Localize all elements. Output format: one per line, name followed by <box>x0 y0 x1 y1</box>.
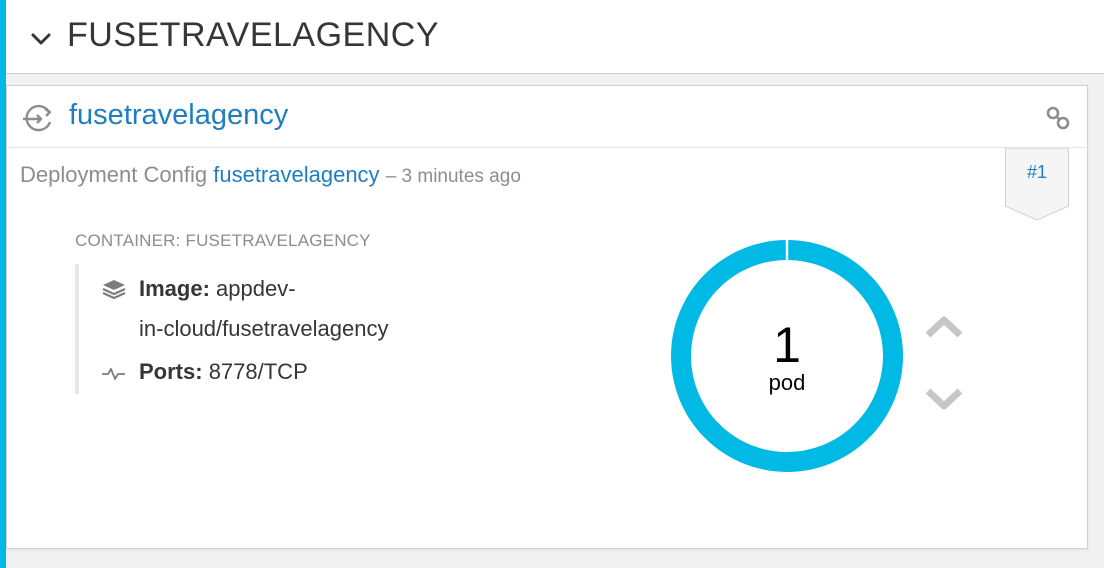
deployment-number-badge[interactable]: #1 <box>1005 148 1069 220</box>
scale-up-button[interactable] <box>919 308 969 348</box>
pod-label: pod <box>768 370 806 395</box>
pod-donut-chart: 1 pod <box>669 238 905 474</box>
deployment-time: – 3 minutes ago <box>385 166 521 187</box>
container-details: Image: appdev- in-cloud/fusetravelagency… <box>75 264 575 394</box>
image-line-1: Image: appdev- <box>139 269 296 309</box>
image-label: Image: <box>139 276 210 301</box>
ports-value: 8778/TCP <box>208 359 308 384</box>
ports-line: Ports: 8778/TCP <box>139 352 308 392</box>
container-label: CONTAINER: FUSETRAVELAGENCY <box>75 231 371 250</box>
chevron-down-icon <box>925 388 963 410</box>
deployment-info: Deployment Config fusetravelagency – 3 m… <box>20 162 521 188</box>
pulse-icon <box>101 362 127 384</box>
app-header: FUSETRAVELAGENCY <box>6 0 1104 74</box>
deployment-card: fusetravelagency Deployment Config fuset… <box>6 85 1088 549</box>
layers-icon <box>101 278 127 300</box>
image-line-2: in-cloud/fusetravelagency <box>139 316 389 341</box>
app-title: FUSETRAVELAGENCY <box>67 16 440 54</box>
deployment-prefix: Deployment Config <box>20 162 208 187</box>
deployment-config-name-link[interactable]: fusetravelagency <box>69 99 288 132</box>
link-icon[interactable] <box>1045 105 1071 131</box>
chevron-up-icon <box>925 316 963 338</box>
card-header: fusetravelagency <box>7 86 1087 148</box>
deployment-config-link[interactable]: fusetravelagency <box>213 162 379 187</box>
image-value-1: appdev- <box>216 276 296 301</box>
pod-count: 1 <box>773 317 801 373</box>
ports-label: Ports: <box>139 359 203 384</box>
scale-down-button[interactable] <box>919 379 969 419</box>
deployment-number: #1 <box>1026 162 1048 182</box>
chevron-down-icon[interactable] <box>24 22 58 56</box>
deployment-config-icon <box>19 100 59 136</box>
